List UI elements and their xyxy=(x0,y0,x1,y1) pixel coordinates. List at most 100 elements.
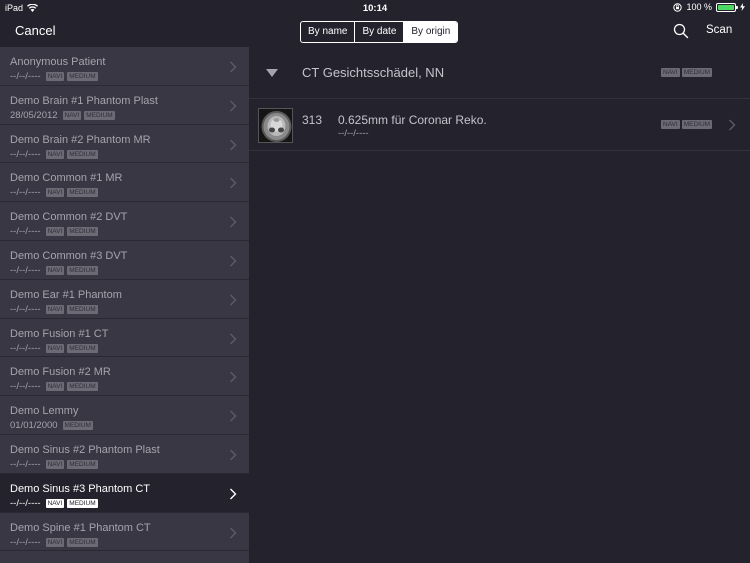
patient-meta: --/--/---- NAVI MEDIUM xyxy=(10,226,98,237)
chevron-right-icon xyxy=(230,216,237,228)
series-row[interactable]: 313 0.625mm für Coronar Reko. --/--/----… xyxy=(249,99,750,151)
chevron-right-icon xyxy=(230,449,237,461)
medium-badge: MEDIUM xyxy=(681,68,713,77)
chevron-right-icon xyxy=(230,333,237,345)
patient-date: --/--/---- xyxy=(10,497,41,509)
patient-date: --/--/---- xyxy=(10,187,41,199)
medium-badge: MEDIUM xyxy=(67,227,98,237)
patient-row[interactable]: Anonymous Patient --/--/---- NAVI MEDIUM xyxy=(0,47,249,86)
chevron-right-icon xyxy=(230,255,237,267)
segment-by-origin[interactable]: By origin xyxy=(404,22,458,42)
segment-by-date[interactable]: By date xyxy=(355,22,405,42)
search-icon[interactable] xyxy=(673,23,689,39)
medium-badge: MEDIUM xyxy=(681,120,713,129)
chevron-right-icon xyxy=(230,371,237,383)
navi-badge: NAVI xyxy=(45,265,65,275)
patient-name: Anonymous Patient xyxy=(10,56,106,68)
chevron-right-icon xyxy=(230,294,237,306)
study-badges: NAVI MEDIUM xyxy=(661,68,713,77)
navi-badge: NAVI xyxy=(45,188,65,198)
patient-name: Demo Lemmy xyxy=(10,405,79,418)
medium-badge: MEDIUM xyxy=(67,72,98,81)
patient-meta: --/--/---- NAVI MEDIUM xyxy=(10,304,98,315)
medium-badge: MEDIUM xyxy=(67,265,98,275)
ct-thumbnail-image xyxy=(258,108,293,143)
patient-row[interactable]: Demo Fusion #1 CT --/--/---- NAVI MEDIUM xyxy=(0,319,249,358)
patient-meta: 28/05/2012 NAVI MEDIUM xyxy=(10,110,115,121)
patient-meta: --/--/---- NAVI MEDIUM xyxy=(10,537,98,548)
navi-badge: NAVI xyxy=(45,498,65,508)
collapse-triangle-icon[interactable] xyxy=(266,69,278,77)
series-title: 0.625mm für Coronar Reko. xyxy=(338,113,487,127)
study-group-header[interactable]: CT Gesichtsschädel, NN NAVI MEDIUM xyxy=(249,47,750,99)
patient-meta: --/--/---- NAVI MEDIUM xyxy=(10,343,98,354)
patient-meta: 01/01/2000 MEDIUM xyxy=(10,420,93,431)
patient-date: --/--/---- xyxy=(10,303,41,315)
patient-name: Demo Fusion #2 MR xyxy=(10,366,111,379)
battery-percent: 100 % xyxy=(686,2,712,12)
series-badges: NAVI MEDIUM xyxy=(661,120,713,129)
patient-date: --/--/---- xyxy=(10,148,41,160)
medium-badge: MEDIUM xyxy=(67,188,98,198)
scan-button[interactable]: Scan xyxy=(706,24,732,36)
series-number: 313 xyxy=(302,113,323,127)
chevron-right-icon xyxy=(230,100,237,112)
patient-row[interactable]: Demo Common #2 DVT --/--/---- NAVI MEDIUM xyxy=(0,202,249,241)
chevron-right-icon xyxy=(230,61,237,73)
patient-row[interactable]: Demo Common #3 DVT --/--/---- NAVI MEDIUM xyxy=(0,241,249,280)
patient-name: Demo Ear #1 Phantom xyxy=(10,288,122,301)
study-title: CT Gesichtsschädel, NN xyxy=(302,65,445,80)
status-bar: iPad 10:14 100 % xyxy=(0,0,750,16)
charging-icon xyxy=(740,3,745,11)
patient-row[interactable]: Demo Sinus #2 Phantom Plast --/--/---- NAV… xyxy=(0,435,249,474)
medium-badge: MEDIUM xyxy=(67,537,98,547)
navi-badge: NAVI xyxy=(45,304,65,314)
series-date: --/--/---- xyxy=(338,128,369,139)
patient-name: Demo Spine #1 Phantom CT xyxy=(10,521,151,534)
navi-badge: NAVI xyxy=(45,227,65,237)
navi-badge: NAVI xyxy=(45,72,65,81)
navigation-bar: Cancel By name By date By origin Scan xyxy=(0,16,750,47)
navi-badge: NAVI xyxy=(661,120,680,129)
medium-badge: MEDIUM xyxy=(67,343,98,353)
patient-row[interactable]: Demo Sinus #3 Phantom CT --/--/---- NAVI ME… xyxy=(0,473,249,513)
patient-name: Demo Common #2 DVT xyxy=(10,211,128,224)
segment-by-name[interactable]: By name xyxy=(301,22,356,42)
battery-icon xyxy=(716,2,738,12)
patient-row[interactable]: Demo Common #1 MR --/--/---- NAVI MEDIUM xyxy=(0,163,249,203)
medium-badge: MEDIUM xyxy=(67,149,98,159)
chevron-right-icon xyxy=(230,177,237,189)
patient-row[interactable]: Demo Ear #1 Phantom --/--/---- NAVI MEDIUM xyxy=(0,280,249,319)
chevron-right-icon xyxy=(230,488,237,500)
status-time: 10:14 xyxy=(362,3,388,14)
medium-badge: MEDIUM xyxy=(67,459,98,469)
patient-date: --/--/---- xyxy=(10,458,41,470)
detail-pane: CT Gesichtsschädel, NN NAVI MEDIUM 313 0… xyxy=(249,47,750,563)
navi-badge: NAVI xyxy=(661,68,680,77)
rotation-lock-icon xyxy=(673,2,683,12)
patient-row[interactable]: Demo Brain #1 Phantom Plast 28/05/2012 NAV… xyxy=(0,86,249,125)
patient-row[interactable]: Demo Fusion #2 MR --/--/---- NAVI MEDIUM xyxy=(0,357,249,397)
patient-meta: --/--/---- NAVI MEDIUM xyxy=(10,498,98,509)
patient-row[interactable]: Demo Brain #2 Phantom MR --/--/---- NAVI ME… xyxy=(0,125,249,164)
chevron-right-icon xyxy=(230,139,237,151)
patient-name: Demo Common #3 DVT xyxy=(10,249,128,262)
patient-name: Demo Common #1 MR xyxy=(10,172,123,185)
medium-badge: MEDIUM xyxy=(84,110,115,120)
patient-name: Demo Sinus #2 Phantom Plast xyxy=(10,443,160,456)
patient-meta: --/--/---- NAVI MEDIUM xyxy=(10,187,98,198)
patient-row[interactable]: Demo Lemmy 01/01/2000 MEDIUM xyxy=(0,396,249,435)
patient-date: --/--/---- xyxy=(10,381,41,393)
patient-date: 28/05/2012 xyxy=(10,109,58,121)
battery-fill xyxy=(718,4,734,10)
patient-date: --/--/---- xyxy=(10,226,41,238)
medium-badge: MEDIUM xyxy=(67,498,98,508)
cancel-button[interactable]: Cancel xyxy=(15,23,55,38)
patient-date: 01/01/2000 xyxy=(10,420,58,432)
patient-meta: --/--/---- NAVI MEDIUM xyxy=(10,149,98,160)
patient-date: --/--/---- xyxy=(10,536,41,548)
patient-meta: --/--/---- NAVI MEDIUM xyxy=(10,71,98,82)
chevron-right-icon xyxy=(230,410,237,422)
patient-row[interactable]: Demo Spine #1 Phantom CT --/--/---- NAVI ME… xyxy=(0,513,249,552)
navi-badge: NAVI xyxy=(45,537,65,547)
